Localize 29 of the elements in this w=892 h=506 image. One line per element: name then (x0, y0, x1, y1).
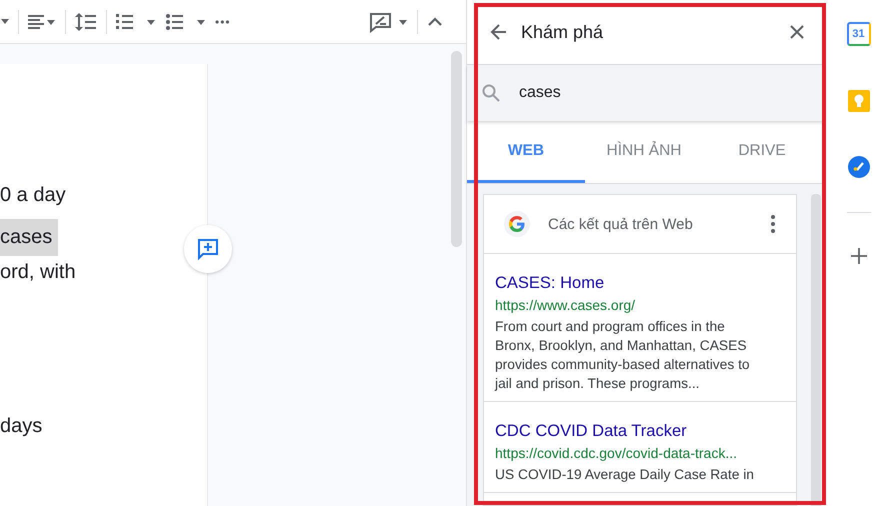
document-text: days (0, 414, 44, 439)
tab[interactable]: HÌNH ẢNH (585, 121, 703, 183)
panel-title: Khám phá (521, 22, 604, 42)
close-icon[interactable] (789, 24, 805, 40)
result-url: https://www.cases.org/ (495, 297, 636, 313)
add-comment-icon[interactable] (196, 237, 220, 261)
tab[interactable]: DRIVE (703, 121, 821, 183)
add-comment-button[interactable] (184, 225, 232, 273)
result-link[interactable]: CASES: Home (495, 274, 762, 293)
add-icon[interactable] (850, 247, 868, 265)
result-url: https://covid.cdc.gov/covid-data-track... (495, 445, 738, 461)
line-spacing-icon[interactable] (74, 10, 98, 32)
document-text: ord, with (0, 260, 77, 285)
calendar-icon[interactable]: 31 (846, 22, 870, 46)
more-button[interactable]: ••• (215, 14, 231, 28)
search-field[interactable]: cases (467, 65, 825, 121)
google-logo-icon (504, 211, 530, 237)
result-snippet: From court and program offices in the Bronx, Brooklyn, and Manhattan, CASES provides community-based alternatives to jail and prison. These programs... (495, 318, 751, 393)
scrollbar[interactable] (451, 51, 462, 247)
results-heading: Các kết quả trên Web (548, 216, 694, 232)
result-snippet: US COVID-19 Average Daily Case Rate in (495, 466, 755, 484)
document-text: cases (0, 219, 58, 256)
image-edit-icon[interactable] (369, 10, 409, 32)
result-link[interactable]: CDC COVID Data Tracker (495, 422, 762, 441)
back-arrow-icon[interactable] (489, 22, 509, 42)
tasks-icon[interactable] (848, 156, 870, 178)
scrollbar[interactable] (811, 194, 821, 506)
document-text: 0 a day (0, 183, 67, 208)
more-options-icon[interactable] (770, 214, 776, 234)
